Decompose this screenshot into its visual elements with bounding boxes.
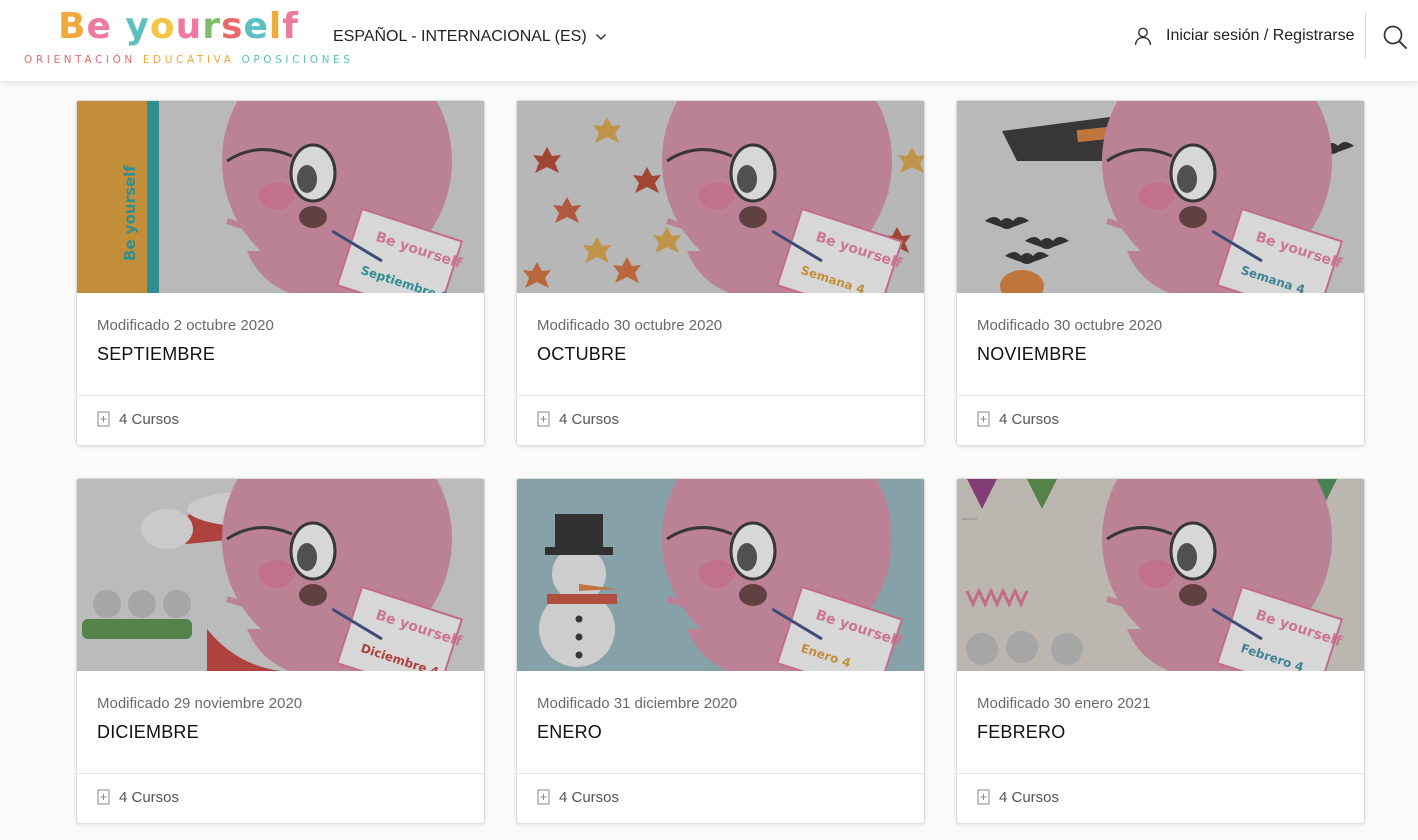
course-category-card[interactable]: Be yourself Semana 4 Modificado 30 octub… — [956, 100, 1365, 446]
course-count: 4 Cursos — [977, 410, 1059, 428]
card-divider — [957, 773, 1364, 774]
language-selector[interactable]: ESPAÑOL - INTERNACIONAL (ES) — [333, 26, 607, 48]
modified-date: Modificado 2 octubre 2020 — [97, 317, 274, 334]
modified-date: Modificado 30 octubre 2020 — [977, 317, 1163, 334]
modified-date: Modificado 29 noviembre 2020 — [97, 695, 303, 712]
card-illustration: Be yourself Diciembre 4 — [77, 479, 484, 671]
course-count-label: 4 Cursos — [119, 788, 180, 806]
card-divider — [517, 395, 924, 396]
course-count: 4 Cursos — [97, 410, 179, 428]
course-list-icon — [977, 789, 990, 805]
course-count-label: 4 Cursos — [559, 410, 620, 428]
card-divider — [957, 395, 1364, 396]
category-title[interactable]: DICIEMBRE — [97, 722, 199, 743]
course-list-icon — [977, 411, 990, 427]
search-button[interactable] — [1382, 24, 1408, 50]
category-title[interactable]: SEPTIEMBRE — [97, 344, 215, 365]
modified-date: Modificado 30 octubre 2020 — [537, 317, 723, 334]
be-yourself-logo[interactable]: Be yourself ORIENTACIÓN EDUCATIVA OPOSIC… — [24, 4, 350, 68]
card-illustration: Be yourself Enero 4 — [517, 479, 924, 671]
card-divider — [517, 773, 924, 774]
card-divider — [77, 773, 484, 774]
card-thumbnail[interactable]: Be yourself Be yourself Septiembre 1 — [77, 101, 484, 293]
course-count-label: 4 Cursos — [999, 788, 1060, 806]
user-icon — [1134, 27, 1152, 46]
card-illustration: Be yourself Semana 4 — [957, 101, 1364, 293]
course-count: 4 Cursos — [977, 788, 1059, 806]
course-category-card[interactable]: Be yourself Semana 4 Modificado 30 octub… — [516, 100, 925, 446]
category-title[interactable]: OCTUBRE — [537, 344, 626, 365]
modified-date: Modificado 31 diciembre 2020 — [537, 695, 738, 712]
course-category-card[interactable]: Be yourself Enero 4 Modificado 31 diciem… — [516, 478, 925, 824]
category-title[interactable]: NOVIEMBRE — [977, 344, 1087, 365]
card-thumbnail[interactable]: Be yourself Febrero 4 — [957, 479, 1364, 671]
card-illustration: Be yourself Semana 4 — [517, 101, 924, 293]
language-label: ESPAÑOL - INTERNACIONAL (ES) — [333, 28, 587, 45]
course-count-label: 4 Cursos — [999, 410, 1060, 428]
category-title[interactable]: ENERO — [537, 722, 602, 743]
course-list-icon — [537, 411, 550, 427]
site-header: Be yourself ORIENTACIÓN EDUCATIVA OPOSIC… — [0, 0, 1418, 81]
modified-date: Modificado 30 enero 2021 — [977, 695, 1151, 712]
course-list-icon — [537, 789, 550, 805]
logo-tagline: ORIENTACIÓN EDUCATIVA OPOSICIONES — [24, 54, 354, 66]
chevron-down-icon — [595, 33, 606, 41]
card-illustration: Be yourself Febrero 4 — [957, 479, 1364, 671]
course-category-card[interactable]: Be yourself Be yourself Septiembre 1 — [76, 100, 485, 446]
card-thumbnail[interactable]: Be yourself Diciembre 4 — [77, 479, 484, 671]
card-thumbnail[interactable]: Be yourself Enero 4 — [517, 479, 924, 671]
card-illustration: Be yourself Be yourself Septiembre 1 — [77, 101, 484, 293]
course-list-icon — [97, 411, 110, 427]
category-title[interactable]: FEBRERO — [977, 722, 1065, 743]
course-count-label: 4 Cursos — [559, 788, 620, 806]
login-register-link[interactable]: Iniciar sesión / Registrarse — [1133, 24, 1355, 48]
card-divider — [77, 395, 484, 396]
logo-wordmark: Be yourself — [58, 6, 299, 47]
course-count-label: 4 Cursos — [119, 410, 180, 428]
card-thumbnail[interactable]: Be yourself Semana 4 — [957, 101, 1364, 293]
card-thumbnail[interactable]: Be yourself Semana 4 — [517, 101, 924, 293]
login-label: Iniciar sesión / Registrarse — [1166, 27, 1355, 44]
course-count: 4 Cursos — [537, 788, 619, 806]
course-category-card[interactable]: Be yourself Febrero 4 Modificado 30 ener… — [956, 478, 1365, 824]
course-count: 4 Cursos — [97, 788, 179, 806]
course-category-card[interactable]: Be yourself Diciembre 4 Modificado 29 no… — [76, 478, 485, 824]
course-count: 4 Cursos — [537, 410, 619, 428]
search-icon — [1383, 25, 1407, 49]
course-list-icon — [97, 789, 110, 805]
header-divider — [1365, 12, 1366, 58]
